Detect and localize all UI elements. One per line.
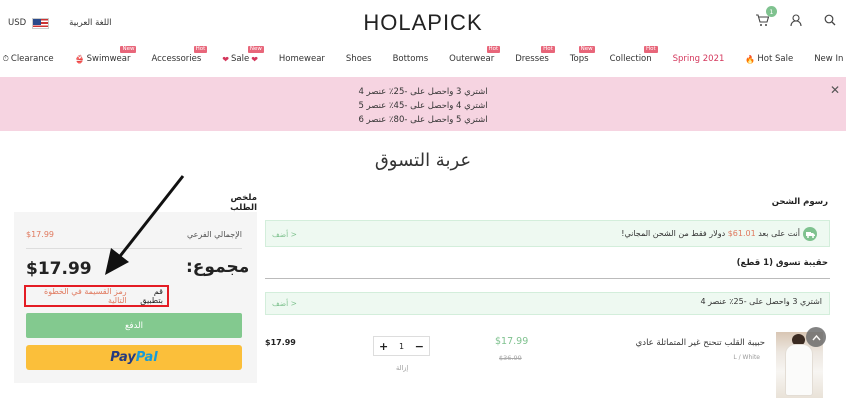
fire-icon: 🔥 [745, 54, 756, 64]
close-icon[interactable]: ✕ [830, 83, 840, 97]
language-selector[interactable]: اللغة العربية [69, 18, 111, 28]
dress-shape [785, 344, 813, 396]
nav-item-label: Outerwear [449, 54, 495, 64]
item-name[interactable]: حبيبة القلب تنحنح غير المتماثلة عادي [580, 338, 765, 348]
search-icon[interactable] [822, 12, 838, 28]
arrow-up-icon [811, 334, 821, 340]
nav-item-label: Collection [609, 54, 652, 64]
nav-item-dresses[interactable]: Dresses Hot [515, 46, 555, 64]
stopwatch-icon: ⏱ [2, 54, 9, 63]
nav-item-label: Shoes [345, 54, 372, 64]
heart-icon: ❤ [222, 54, 229, 64]
user-icon[interactable] [788, 12, 804, 28]
paypal-logo-part2: Pal [135, 350, 158, 365]
nav-item-label: Tops [569, 54, 589, 64]
nav-item-outerwear[interactable]: Outerwear Hot [449, 46, 501, 64]
truck-icon [803, 227, 817, 241]
logo-text[interactable]: HOLAPICK [363, 10, 482, 35]
total-label: مجموع: [186, 257, 250, 277]
total-value: $17.99 [26, 259, 92, 279]
bag-heading: حقيبة تسوق (1 قطع) [736, 258, 828, 268]
shipping-text-before: أنت على بعد [758, 229, 800, 238]
divider [265, 278, 830, 279]
nav-item-label: Swimwear [86, 54, 131, 64]
offer-text: اشتري 3 واحصل على -25٪ عنصر 4 [700, 297, 823, 306]
remove-link[interactable]: إزالة [396, 364, 408, 372]
bikini-icon: 👙 [74, 54, 85, 64]
shipping-add-link[interactable]: أضف > [272, 230, 297, 239]
annotation-arrow-icon [105, 175, 185, 275]
shipping-heading: رسوم الشحن [771, 197, 828, 207]
nav-tag-badge: Hot [486, 46, 501, 53]
scroll-top-button[interactable] [806, 327, 826, 347]
checkout-button[interactable]: الدفع [26, 313, 242, 338]
item-line-total: $17.99 [265, 338, 296, 347]
heart-icon: ❤ [251, 54, 258, 64]
quantity-stepper[interactable]: + 1 − [373, 336, 430, 356]
nav-tag-badge: New [120, 46, 137, 53]
nav-item-label: Sale [231, 54, 250, 64]
item-variant: L / White [733, 354, 760, 361]
nav-item-swimwear[interactable]: 👙 Swimwear New [74, 46, 137, 64]
nav-item-accessories[interactable]: Accessories Hot [151, 46, 208, 64]
logo: HOLAPICK [0, 10, 846, 36]
nav-tag-badge: Hot [193, 46, 208, 53]
main-nav: ⏱ Clearance 👙 Swimwear New Accessories Hot ❤ Sal… [0, 46, 846, 64]
cart-count-badge: 1 [766, 6, 777, 17]
header-left: USD اللغة العربية [8, 14, 112, 32]
nav-item-spring-2021[interactable]: Spring 2021 [673, 54, 725, 64]
nav-item-tops[interactable]: Tops New [569, 46, 595, 64]
promo-line: اشتري 4 واحصل على -45٪ عنصر 5 [358, 101, 488, 111]
order-summary-heading: ملخص الطلب [230, 193, 257, 213]
shipping-text: أنت على بعد 61.01$ دولار فقط من الشحن ال… [600, 229, 800, 238]
nav-item-label: Hot Sale [757, 54, 794, 64]
nav-tag-badge: New [247, 46, 264, 53]
subtotal-label: الإجمالي الفرعي [186, 230, 242, 239]
us-flag-icon[interactable] [32, 17, 50, 29]
nav-item-label: Bottoms [392, 54, 429, 64]
nav-tag-badge: New [578, 46, 595, 53]
coupon-link[interactable]: رمز القسيمة في الخطوة التالية [26, 287, 127, 305]
nav-item-hot-sale[interactable]: 🔥 Hot Sale [745, 54, 793, 64]
subtotal-value: $17.99 [26, 230, 54, 239]
nav-tag-badge: Hot [643, 46, 658, 53]
shipping-text-after: دولار فقط من الشحن المجاني! [621, 229, 726, 238]
offer-add-link[interactable]: أضف > [272, 299, 297, 308]
nav-item-label: Spring 2021 [672, 54, 725, 64]
promo-lines: اشتري 3 واحصل على -25٪ عنصر 4 اشتري 4 وا… [0, 85, 846, 127]
minus-icon[interactable]: − [415, 340, 424, 353]
quantity-value[interactable]: 1 [399, 342, 404, 351]
nav-item-label: Accessories [151, 54, 202, 64]
promo-line: اشتري 3 واحصل على -25٪ عنصر 4 [358, 87, 488, 97]
item-price: $17.99 [495, 336, 529, 347]
nav-item-label: Homewear [278, 54, 325, 64]
plus-icon[interactable]: + [379, 340, 388, 353]
promo-line: اشتري 5 واحصل على -80٪ عنصر 6 [358, 115, 488, 125]
currency-selector[interactable]: USD [8, 18, 26, 28]
nav-tag-badge: Hot [541, 46, 555, 53]
nav-item-collection[interactable]: Collection Hot [609, 46, 658, 64]
nav-item-label: New In [814, 54, 844, 64]
header-icons: 1 [754, 6, 838, 28]
nav-item-bottoms[interactable]: Bottoms [393, 54, 429, 64]
paypal-logo-part1: Pay [110, 350, 136, 365]
shipping-amount: 61.01$ [727, 229, 756, 238]
nav-item-shoes[interactable]: Shoes [346, 54, 372, 64]
paypal-button[interactable]: Pay Pal [26, 345, 242, 370]
nav-item-label: Dresses [515, 54, 549, 64]
nav-item-new-in[interactable]: New In [814, 54, 843, 64]
coupon-note: قم بتطبيق رمز القسيمة في الخطوة التالية [24, 285, 169, 307]
nav-item-label: Clearance [10, 54, 54, 64]
nav-item-clearance[interactable]: ⏱ Clearance [3, 54, 54, 64]
coupon-prefix: قم بتطبيق [140, 287, 163, 305]
nav-item-sale[interactable]: ❤ Sale ❤ New [222, 46, 264, 64]
item-original-price: $36.99 [499, 354, 522, 362]
cart-icon[interactable]: 1 [754, 6, 777, 28]
nav-item-homewear[interactable]: Homewear [279, 54, 325, 64]
